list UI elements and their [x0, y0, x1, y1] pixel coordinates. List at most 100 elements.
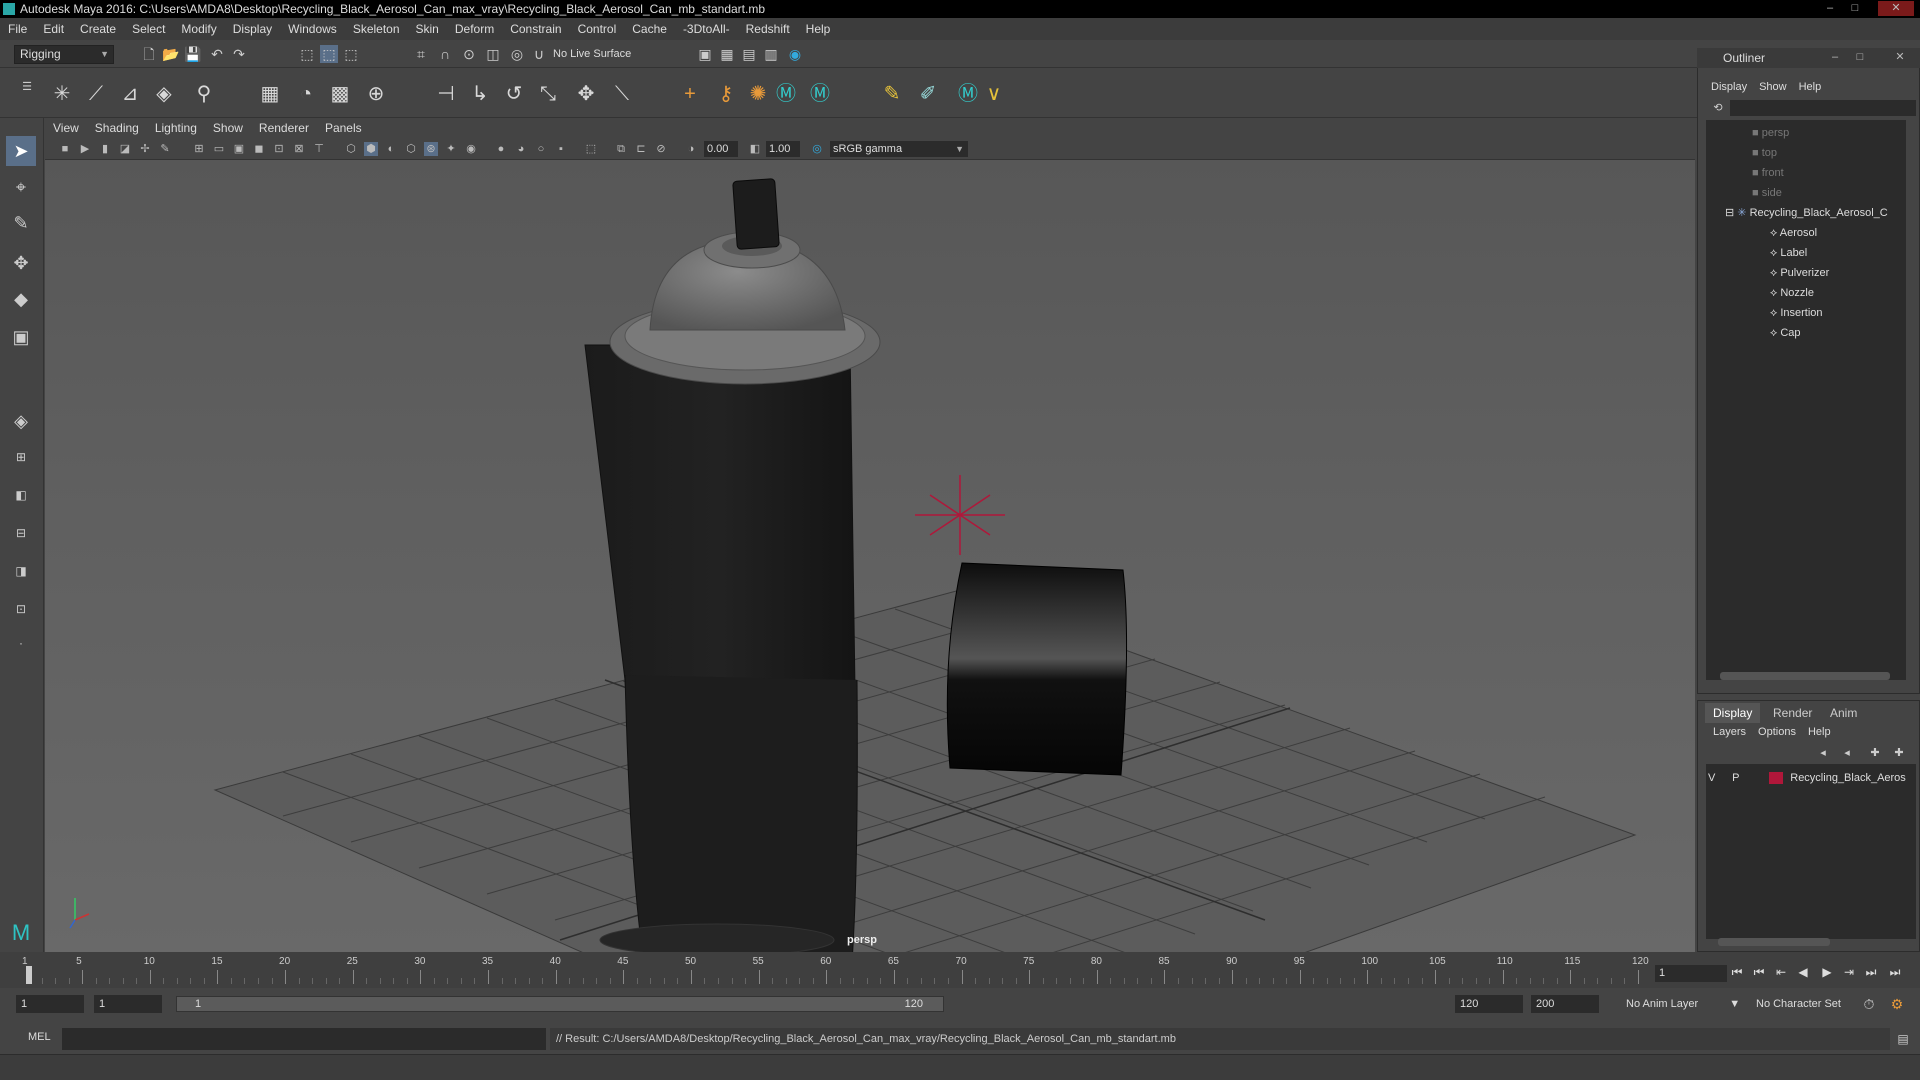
menu-control[interactable]: Control	[570, 18, 625, 40]
perspective-viewport[interactable]	[45, 160, 1695, 952]
view-transform-select[interactable]: sRGB gamma ▼	[830, 141, 968, 157]
outliner-close-button[interactable]: ✕	[1890, 50, 1910, 65]
key-set-icon[interactable]: ⚷	[712, 80, 740, 108]
use-all-lights-icon[interactable]: ⊛	[424, 142, 438, 156]
menu-display[interactable]: Display	[225, 18, 280, 40]
minimize-button[interactable]: –	[1820, 1, 1840, 16]
outliner-menu-show[interactable]: Show	[1753, 78, 1793, 96]
wireframe-icon[interactable]: ⬡	[344, 142, 358, 156]
point-constraint-icon[interactable]: ⊣	[432, 80, 460, 108]
new-layer-selected-icon[interactable]: ✚	[1890, 744, 1908, 762]
menu-skin[interactable]: Skin	[408, 18, 447, 40]
cluster-icon[interactable]: ⊕	[362, 80, 390, 108]
menu-deform[interactable]: Deform	[447, 18, 502, 40]
orient-constraint-icon[interactable]: ↺	[500, 80, 528, 108]
select-tool-icon[interactable]: ➤	[6, 136, 36, 166]
lasso-tool-icon[interactable]: ⌖	[6, 172, 36, 202]
outliner-item-persp[interactable]: ■ persp	[1752, 124, 1789, 142]
layer-horizontal-scrollbar[interactable]	[1718, 938, 1830, 946]
pole-vector-icon[interactable]: ⟍	[608, 80, 636, 108]
tab-anim[interactable]: Anim	[1822, 703, 1865, 723]
render-frame-icon[interactable]: ▦	[718, 45, 736, 63]
smooth-shade-icon[interactable]: ⬢	[364, 142, 378, 156]
camera-attributes-icon[interactable]: ▶	[78, 142, 92, 156]
textured-icon[interactable]: ⬡	[404, 142, 418, 156]
mirror-joint-icon[interactable]: ◈	[150, 80, 178, 108]
step-forward-frame-icon[interactable]: ⇥	[1840, 963, 1858, 981]
aim-constraint-icon[interactable]: ↳	[466, 80, 494, 108]
sculpt-deformer-icon[interactable]: ✺	[744, 80, 772, 108]
grease-pencil-icon[interactable]: ✎	[158, 142, 172, 156]
menu-redshift[interactable]: Redshift	[738, 18, 798, 40]
aerosol-cap[interactable]	[946, 562, 1128, 776]
panel-menu-renderer[interactable]: Renderer	[251, 118, 317, 138]
layer-row[interactable]: V P Recycling_Black_Aeros	[1708, 769, 1906, 787]
tab-render[interactable]: Render	[1765, 703, 1820, 723]
ik-spline-icon[interactable]: ⊿	[116, 80, 144, 108]
toolbox-more-icon[interactable]: ·	[6, 628, 36, 658]
shelf-tabs-icon[interactable]: ☰	[18, 78, 36, 96]
outliner-layout-icon[interactable]: ⊟	[6, 518, 36, 548]
character-set-select[interactable]: No Character Set	[1756, 995, 1841, 1013]
camera-select-icon[interactable]: ■	[58, 142, 72, 156]
render-settings-icon[interactable]: ▥	[762, 45, 780, 63]
snap-live-icon[interactable]: ◎	[508, 45, 526, 63]
panel-menu-view[interactable]: View	[45, 118, 87, 138]
outliner-menu-help[interactable]: Help	[1793, 78, 1828, 96]
outliner-item-insertion[interactable]: ⟡ Insertion	[1770, 304, 1823, 322]
shadows-icon[interactable]: ✦	[444, 142, 458, 156]
select-object-icon[interactable]: ⬚	[320, 45, 338, 63]
outliner-horizontal-scrollbar[interactable]	[1720, 672, 1890, 680]
menu-skeleton[interactable]: Skeleton	[345, 18, 408, 40]
maya-tool-2-icon[interactable]: Ⓜ	[806, 80, 834, 108]
outliner-item-group[interactable]: ⊟ ✳ Recycling_Black_Aerosol_C	[1725, 204, 1888, 222]
layer-menu-help[interactable]: Help	[1802, 723, 1837, 741]
scale-constraint-icon[interactable]: ⤡	[534, 80, 562, 108]
panel-menu-panels[interactable]: Panels	[317, 118, 370, 138]
skeleton-icon[interactable]: ⚲	[190, 80, 218, 108]
backface-icon[interactable]: ⊘	[654, 142, 668, 156]
paint-weights-icon[interactable]: ✎	[878, 80, 906, 108]
exposure-field[interactable]: 0.00	[704, 141, 738, 157]
outliner-search-input[interactable]	[1730, 100, 1916, 116]
range-slider[interactable]: 1 120	[176, 996, 944, 1012]
outliner-menu-display[interactable]: Display	[1705, 78, 1753, 96]
snap-point-icon[interactable]: ⊙	[460, 45, 478, 63]
undo-icon[interactable]: ↶	[208, 45, 226, 63]
outliner-item-aerosol[interactable]: ⟡ Aerosol	[1770, 224, 1817, 242]
outliner-item-label-node[interactable]: ⟡ Label	[1770, 244, 1807, 262]
outliner-item-side[interactable]: ■ side	[1752, 184, 1782, 202]
motion-blur-icon[interactable]: ●	[494, 142, 508, 156]
play-forward-icon[interactable]: ▶	[1818, 963, 1836, 981]
graph-layout-icon[interactable]: ◨	[6, 556, 36, 586]
outliner-item-cap[interactable]: ⟡ Cap	[1770, 324, 1801, 342]
hypershade-icon[interactable]: ◉	[786, 45, 804, 63]
move-tool-icon[interactable]: ✥	[6, 248, 36, 278]
bind-skin-icon[interactable]: ▦	[256, 80, 284, 108]
joint-tool-icon[interactable]: ✳	[48, 80, 76, 108]
maximize-button[interactable]: □	[1845, 1, 1865, 16]
menu-modify[interactable]: Modify	[173, 18, 224, 40]
bookmark-icon[interactable]: ▮	[98, 142, 112, 156]
color-management-icon[interactable]: ◎	[810, 142, 824, 156]
live-surface-field[interactable]: No Live Surface	[553, 46, 653, 63]
menu-set-select[interactable]: Rigging ▼	[14, 45, 114, 64]
side-by-side-layout-icon[interactable]: ◧	[6, 480, 36, 510]
two-d-pan-icon[interactable]: ✢	[138, 142, 152, 156]
outliner-item-nozzle[interactable]: ⟡ Nozzle	[1770, 284, 1814, 302]
anim-layer-select[interactable]: No Anim Layer ▼	[1626, 995, 1740, 1013]
xray-joints-icon[interactable]: ⧉	[614, 142, 628, 156]
render-view-icon[interactable]: ▣	[696, 45, 714, 63]
ambient-occlusion-icon[interactable]: ◉	[464, 142, 478, 156]
menu-file[interactable]: File	[0, 18, 35, 40]
layer-visibility-toggle[interactable]: V	[1708, 769, 1724, 787]
layer-menu-layers[interactable]: Layers	[1707, 723, 1752, 741]
single-perspective-layout-icon[interactable]: ◈	[6, 406, 36, 436]
safe-title-icon[interactable]: ⊤	[312, 142, 326, 156]
select-hierarchy-icon[interactable]: ⬚	[298, 45, 316, 63]
save-scene-icon[interactable]: 💾	[184, 45, 202, 63]
gate-mask-icon[interactable]: ◼	[252, 142, 266, 156]
menu-constrain[interactable]: Constrain	[502, 18, 569, 40]
layer-move-up-icon[interactable]: ◂	[1814, 744, 1832, 762]
parent-constraint-icon[interactable]: ✥	[572, 80, 600, 108]
